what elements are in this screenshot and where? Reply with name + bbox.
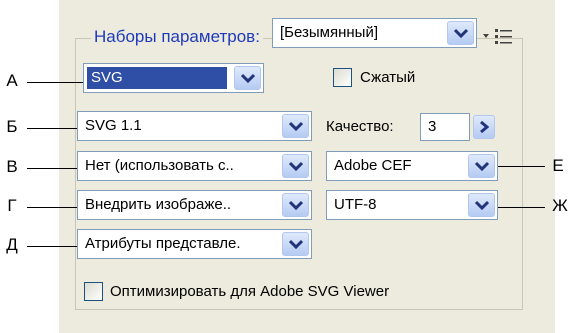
callout-g: Г <box>7 196 17 215</box>
chevron-down-icon <box>288 239 303 249</box>
callout-d: Д <box>6 235 18 254</box>
callout-e: Е <box>552 156 564 175</box>
callout-g-line <box>27 207 77 208</box>
svg-version-dropdown-button[interactable] <box>282 114 309 138</box>
svg-profile-value: SVG <box>87 67 227 89</box>
optimize-viewer-checkbox[interactable] <box>84 282 103 301</box>
chevron-down-icon <box>240 73 255 83</box>
preset-dropdown-button[interactable] <box>447 21 474 45</box>
callout-e-line <box>498 166 545 167</box>
quality-input[interactable]: 3 <box>420 113 470 141</box>
svg-version-select[interactable]: SVG 1.1 <box>77 111 312 141</box>
css-properties-value: Атрибуты представле. <box>85 235 241 252</box>
font-subsetting-value: Нет (использовать с.. <box>85 157 234 174</box>
callout-b-line <box>27 128 77 129</box>
callout-zh-line <box>498 207 545 208</box>
decimal-places-value: Adobe CEF <box>334 157 412 174</box>
chevron-down-icon <box>288 200 303 210</box>
callout-a: А <box>6 71 18 90</box>
quality-label: Качество: <box>326 118 394 135</box>
image-location-dropdown-button[interactable] <box>282 193 309 217</box>
compressed-label: Сжатый <box>360 69 416 86</box>
quality-increment-button[interactable] <box>473 115 495 139</box>
optimize-viewer-label: Оптимизировать для Adobe SVG Viewer <box>110 283 390 300</box>
callout-v: В <box>6 157 18 176</box>
font-subsetting-dropdown-button[interactable] <box>282 154 309 178</box>
encoding-dropdown-button[interactable] <box>468 193 495 217</box>
svg-version-value: SVG 1.1 <box>85 117 142 134</box>
chevron-right-icon <box>480 121 489 133</box>
svg-profile-dropdown-button[interactable] <box>234 66 261 90</box>
css-properties-dropdown-button[interactable] <box>282 232 309 256</box>
image-location-value: Внедрить изображе.. <box>85 196 232 213</box>
image-location-select[interactable]: Внедрить изображе.. <box>77 190 312 220</box>
quality-value: 3 <box>428 118 437 135</box>
callout-v-line <box>27 168 77 169</box>
callout-d-line <box>27 246 77 247</box>
chevron-down-icon <box>474 161 489 171</box>
preset-group-label: Наборы параметров: <box>91 27 263 47</box>
chevron-down-icon <box>288 121 303 131</box>
font-subsetting-select[interactable]: Нет (использовать с.. <box>77 151 312 181</box>
chevron-down-icon <box>453 28 468 38</box>
callout-zh: Ж <box>552 196 568 215</box>
decimal-places-select[interactable]: Adobe CEF <box>326 151 498 181</box>
decimal-places-dropdown-button[interactable] <box>468 154 495 178</box>
svg-profile-select[interactable]: SVG <box>83 63 264 93</box>
callout-a-line <box>27 82 83 83</box>
css-properties-select[interactable]: Атрибуты представле. <box>77 229 312 259</box>
callout-b: Б <box>6 117 18 136</box>
chevron-down-icon <box>474 200 489 210</box>
panel-menu-icon[interactable] <box>481 25 515 47</box>
preset-select-value: [Безымянный] <box>280 24 379 41</box>
preset-select[interactable]: [Безымянный] <box>272 18 477 48</box>
compressed-checkbox[interactable] <box>333 68 352 87</box>
encoding-select[interactable]: UTF-8 <box>326 190 498 220</box>
encoding-value: UTF-8 <box>334 196 377 213</box>
chevron-down-icon <box>288 161 303 171</box>
